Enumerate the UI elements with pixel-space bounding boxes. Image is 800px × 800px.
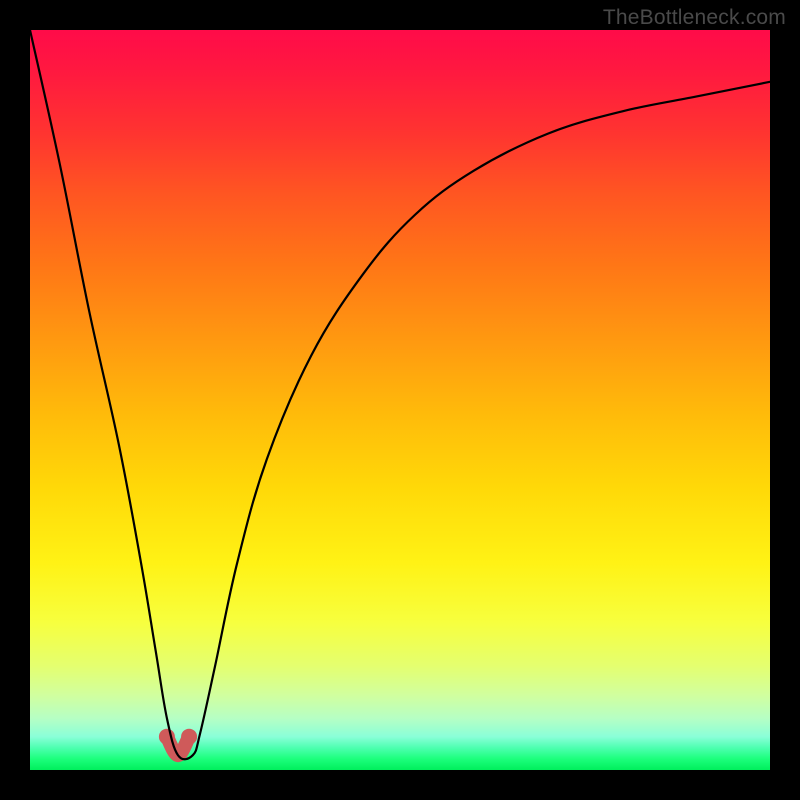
marker-dot-right: [181, 729, 197, 745]
bottleneck-curve: [30, 30, 770, 759]
curve-layer: [30, 30, 770, 770]
plot-area: [30, 30, 770, 770]
watermark-text: TheBottleneck.com: [603, 6, 786, 30]
chart-stage: TheBottleneck.com: [0, 0, 800, 800]
